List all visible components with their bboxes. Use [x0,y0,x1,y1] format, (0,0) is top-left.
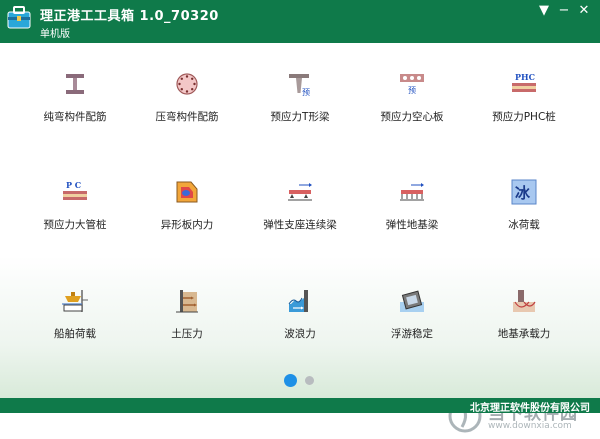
floating-stability-icon [400,290,424,312]
app-edition: 单机版 [40,29,70,40]
t-beam-icon: 预 [289,74,310,97]
tool-label: 压弯构件配筋 [155,111,219,123]
tool-ice-load[interactable]: 冰 冰荷载 [469,179,579,249]
tool-grid: 纯弯构件配筋 压弯构件配筋 预 预应力T形梁 预 预应力空心板 PHC 预应力P… [0,43,600,433]
tool-label: 预应力大管桩 [43,219,107,231]
phc-pile-icon: PHC [512,72,536,92]
svg-text:P C: P C [66,180,81,190]
svg-text:预: 预 [302,87,310,97]
tool-prestressed-pipe-pile[interactable]: P C 预应力大管桩 [20,179,130,249]
menu-dropdown-icon[interactable]: ▼ [534,2,554,20]
pc-pipe-pile-icon: P C [63,180,87,200]
close-button[interactable]: ✕ [574,2,594,20]
tool-compression-bending[interactable]: 压弯构件配筋 [132,71,242,141]
tool-prestressed-t-beam[interactable]: 预 预应力T形梁 [245,71,355,141]
status-bar: 北京理正软件股份有限公司 [0,398,600,414]
page-indicator [280,374,340,388]
i-beam-icon [66,74,84,94]
tool-prestressed-hollow-slab[interactable]: 预 预应力空心板 [357,71,467,141]
svg-text:冰: 冰 [515,184,531,202]
elastic-support-beam-icon [288,183,312,201]
tool-label: 纯弯构件配筋 [43,111,107,123]
page-dot-2[interactable] [305,376,314,385]
tool-label: 冰荷载 [508,219,540,231]
circular-section-icon [176,73,198,95]
app-title: 理正港工工具箱 1.0_70320 [40,9,219,24]
tool-elastic-foundation-beam[interactable]: 弹性地基梁 [357,179,467,249]
svg-text:预: 预 [408,85,416,95]
watermark-url: www.downxia.com [488,421,572,431]
tool-label: 弹性地基梁 [385,219,439,231]
tool-label: 异形板内力 [160,219,214,231]
irregular-plate-icon [176,181,198,203]
tool-label: 船舶荷载 [54,328,96,340]
earth-pressure-icon [176,290,198,313]
tool-label: 预应力T形梁 [270,111,330,123]
ship-load-icon [62,290,88,312]
toolbox-icon [7,6,31,29]
elastic-foundation-beam-icon [400,183,424,201]
minimize-button[interactable]: − [554,2,574,20]
tool-elastic-support-beam[interactable]: 弹性支座连续梁 [245,179,355,249]
tool-wave-force[interactable]: 波浪力 [245,288,355,358]
tool-label: 土压力 [171,328,203,340]
page-dot-1[interactable] [284,374,297,387]
tool-ship-load[interactable]: 船舶荷载 [20,288,130,358]
wave-force-icon [288,290,308,312]
tool-label: 预应力PHC桩 [492,111,556,123]
tool-floating-stability[interactable]: 浮游稳定 [357,288,467,358]
tool-bearing-capacity[interactable]: 地基承载力 [469,288,579,358]
tool-label: 预应力空心板 [380,111,444,123]
bearing-capacity-icon [513,290,536,312]
tool-pure-bending[interactable]: 纯弯构件配筋 [20,71,130,141]
tool-irregular-plate[interactable]: 异形板内力 [132,179,242,249]
company-name: 北京理正软件股份有限公司 [470,403,590,414]
tool-label: 波浪力 [284,328,316,340]
tool-earth-pressure[interactable]: 土压力 [132,288,242,358]
tool-label: 弹性支座连续梁 [263,219,337,231]
tool-label: 浮游稳定 [391,328,433,340]
title-bar: 理正港工工具箱 1.0_70320 单机版 ▼ − ✕ [0,0,600,43]
hollow-slab-icon: 预 [400,74,424,95]
tool-label: 地基承载力 [497,328,551,340]
ice-load-icon: 冰 [511,179,537,205]
svg-text:PHC: PHC [515,72,535,82]
tool-prestressed-phc-pile[interactable]: PHC 预应力PHC桩 [469,71,579,141]
